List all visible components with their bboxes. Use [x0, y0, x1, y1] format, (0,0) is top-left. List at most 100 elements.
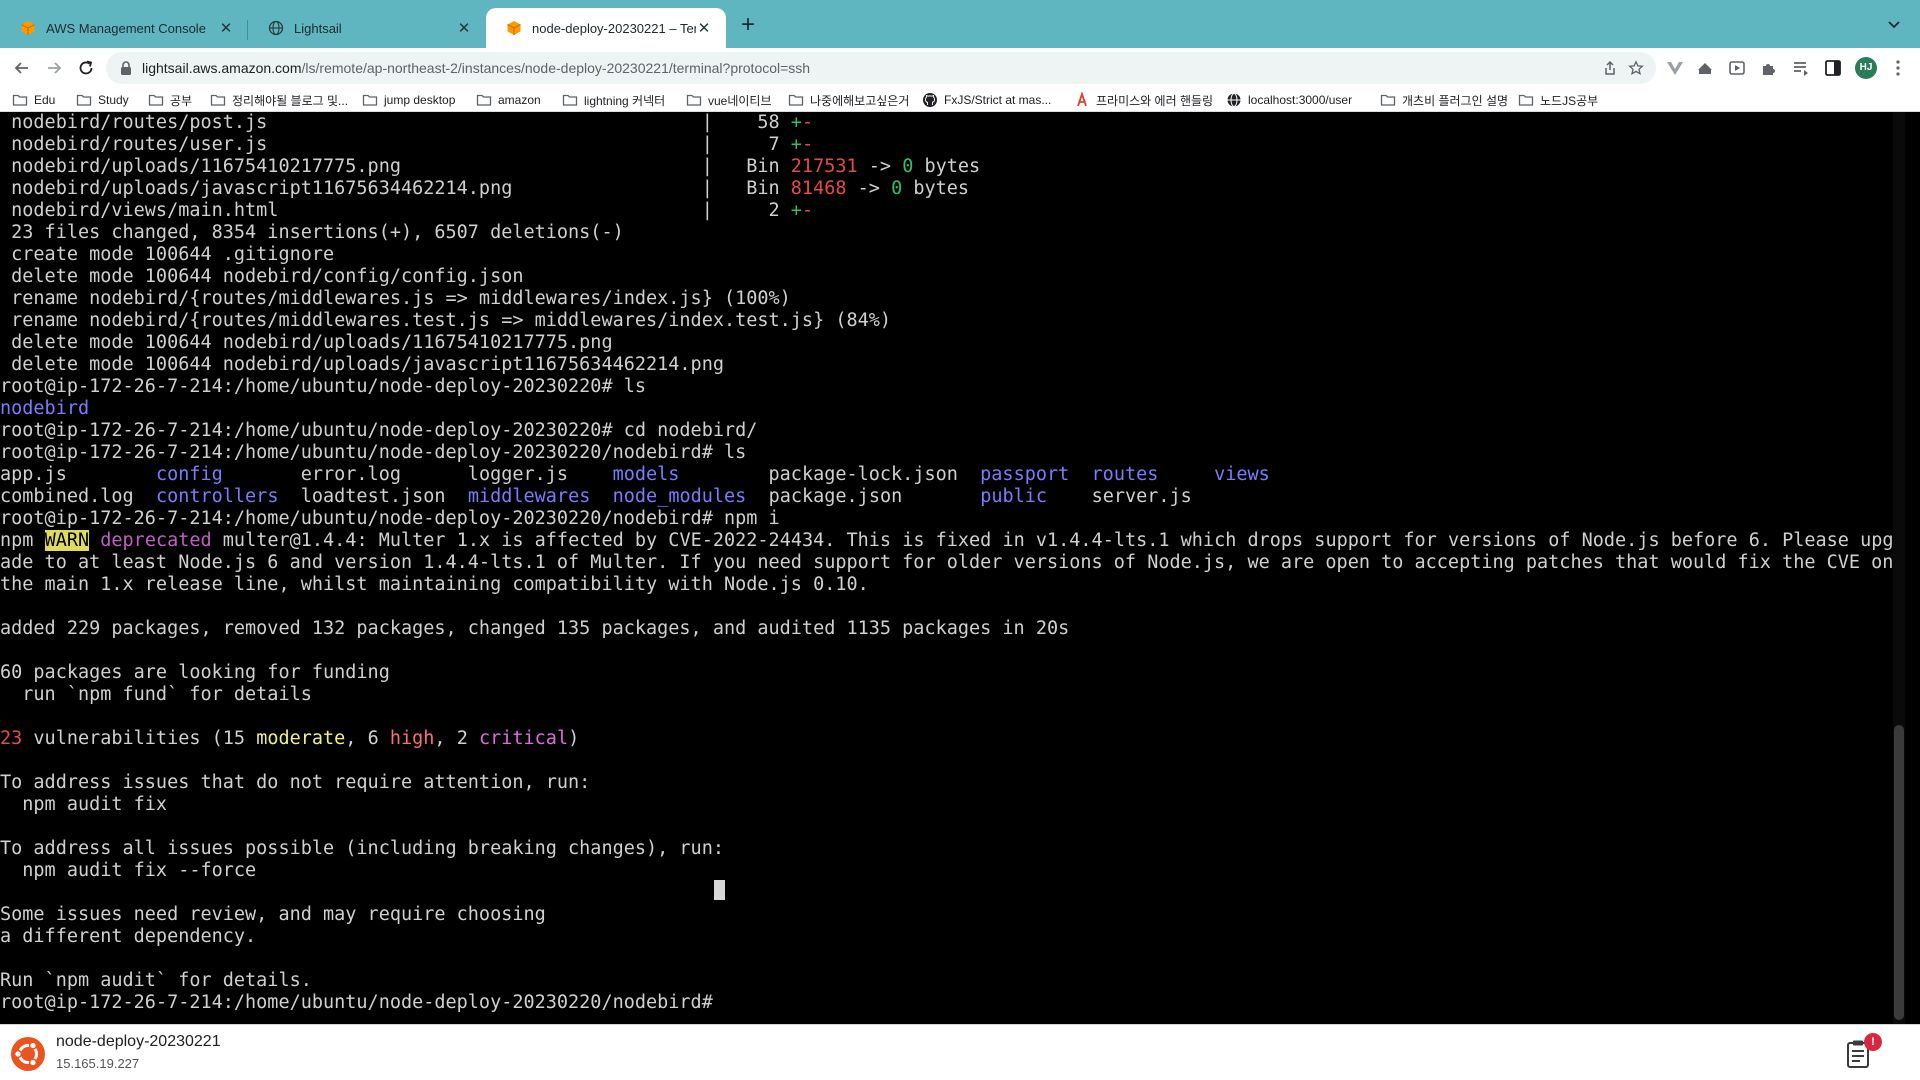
- instance-ip: 15.165.19.227: [56, 1056, 140, 1071]
- terminal-line: 23 vulnerabilities (15 moderate, 6 high,…: [0, 728, 579, 750]
- browser-menu-icon[interactable]: [1890, 58, 1906, 78]
- terminal-line: root@ip-172-26-7-214:/home/ubuntu/node-d…: [0, 376, 646, 398]
- terminal-text-segment: +: [790, 134, 802, 155]
- bookmark-label: 프라미스와 에러 핸들링: [1096, 93, 1214, 108]
- side-panel-icon[interactable]: [1823, 58, 1843, 78]
- profile-avatar[interactable]: HJ: [1855, 57, 1877, 79]
- terminal-line: delete mode 100644 nodebird/uploads/java…: [0, 354, 724, 376]
- terminal-text-segment: nodebird/uploads/javascript1167563446221…: [0, 178, 791, 199]
- media-cast-icon[interactable]: [1727, 58, 1747, 78]
- bookmark-folder-lightning[interactable]: lightning 커넥터: [562, 91, 665, 109]
- url-text: lightsail.aws.amazon.com/ls/remote/ap-no…: [142, 60, 810, 76]
- bookmark-folder-gatsby[interactable]: 개츠비 플러그인 설명: [1380, 91, 1508, 109]
- terminal-line: rename nodebird/{routes/middlewares.js =…: [0, 288, 791, 310]
- tab-search-chevron-icon[interactable]: [1882, 12, 1906, 36]
- terminal-text-segment: config: [155, 464, 223, 485]
- new-tab-button[interactable]: +: [734, 12, 762, 40]
- terminal-line: root@ip-172-26-7-214:/home/ubuntu/node-d…: [0, 420, 757, 442]
- terminal-line: root@ip-172-26-7-214:/home/ubuntu/node-d…: [0, 442, 746, 464]
- terminal-line: root@ip-172-26-7-214:/home/ubuntu/node-d…: [0, 508, 780, 530]
- vue-devtools-extension-icon[interactable]: [1665, 58, 1685, 78]
- extensions-puzzle-icon[interactable]: [1759, 58, 1779, 78]
- terminal-text-segment: added 229 packages, removed 132 packages…: [0, 618, 1070, 639]
- terminal-text-segment: multer@1.4.4: Multer 1.x is affected by …: [211, 530, 1905, 551]
- tab-aws-management-console[interactable]: AWS Management Console ✕: [0, 8, 248, 48]
- url-path: /ls/remote/ap-northeast-2/instances/node…: [301, 60, 811, 76]
- bookmark-star-icon[interactable]: [1628, 60, 1644, 76]
- terminal-text-segment: npm audit fix: [0, 794, 168, 815]
- tab-label: Lightsail: [294, 20, 342, 36]
- javascript-info-icon: [1077, 92, 1087, 107]
- terminal-text-segment: -: [801, 200, 814, 221]
- terminal-line: delete mode 100644 nodebird/config/confi…: [0, 266, 523, 288]
- bookmark-folder-edu[interactable]: Edu: [12, 91, 55, 109]
- terminal-text-segment: npm audit fix --force: [0, 860, 257, 881]
- forward-arrow-icon[interactable]: [42, 56, 66, 80]
- terminal-text-segment: -: [801, 134, 814, 155]
- url-host: lightsail.aws.amazon.com: [142, 60, 302, 76]
- terminal-text-segment: Some issues need review, and may require…: [0, 904, 546, 925]
- terminal-text-segment: package-lock.json: [679, 464, 981, 485]
- back-arrow-icon[interactable]: [10, 56, 34, 80]
- terminal-text-segment: ->: [846, 178, 892, 199]
- instance-name: node-deploy-20230221: [56, 1033, 221, 1050]
- terminal-text-segment: delete mode 100644 nodebird/uploads/1167…: [0, 332, 613, 353]
- terminal-text-segment: +: [790, 112, 802, 133]
- terminal-line: a different dependency.: [0, 926, 256, 948]
- bookmark-promise-error-handling[interactable]: 프라미스와 에러 핸들링: [1074, 91, 1213, 109]
- bookmark-folder-study[interactable]: Study: [76, 91, 129, 109]
- terminal-text-segment: rename nodebird/{routes/middlewares.test…: [0, 310, 892, 331]
- bookmark-folder-jump-desktop[interactable]: jump desktop: [362, 91, 455, 109]
- terminal-text-segment: root@ip-172-26-7-214:/home/ubuntu/node-d…: [0, 508, 780, 529]
- terminal-text-segment: run `npm fund` for details: [0, 684, 312, 705]
- bookmark-folder-vue-native[interactable]: vue네이티브: [686, 91, 772, 109]
- terminal-line: 23 files changed, 8354 insertions(+), 65…: [0, 222, 624, 244]
- tab-close-icon[interactable]: ✕: [696, 19, 712, 37]
- terminal-text-segment: root@ip-172-26-7-214:/home/ubuntu/node-d…: [0, 992, 724, 1013]
- lock-icon[interactable]: [118, 60, 134, 76]
- tab-terminal[interactable]: node-deploy-20230221 – Term ✕: [486, 8, 726, 48]
- folder-icon: [362, 94, 378, 106]
- terminal-text-segment: loadtest.json: [278, 486, 468, 507]
- globe-icon: [1227, 93, 1241, 107]
- terminal-line: Run `npm audit` for details.: [0, 970, 312, 992]
- terminal-text-segment: bytes: [913, 156, 981, 177]
- terminal-text-segment: node_modules: [612, 486, 747, 507]
- terminal-text-segment: , 2: [434, 728, 479, 749]
- reading-list-icon[interactable]: [1791, 58, 1811, 78]
- clipboard-notes-button[interactable]: !: [1846, 1033, 1882, 1071]
- terminal-text-segment: bytes: [902, 178, 970, 199]
- share-icon[interactable]: [1602, 60, 1618, 76]
- bookmark-label: vue네이티브: [708, 93, 772, 108]
- tab-label: node-deploy-20230221 – Term: [532, 20, 696, 36]
- terminal-text-segment: Run `npm audit` for details.: [0, 970, 312, 991]
- reload-icon[interactable]: [74, 56, 98, 80]
- bookmark-folder-nodejs[interactable]: 노드JS공부: [1518, 91, 1598, 109]
- tab-lightsail[interactable]: Lightsail ✕: [248, 8, 486, 48]
- tab-close-icon[interactable]: ✕: [456, 19, 472, 37]
- terminal-scrollbar-thumb[interactable]: [1894, 725, 1904, 1020]
- address-bar[interactable]: lightsail.aws.amazon.com/ls/remote/ap-no…: [106, 52, 1656, 84]
- terminal-text-segment: ade to at least Node.js 6 and version 1.…: [0, 552, 1894, 573]
- folder-icon: [1380, 94, 1396, 106]
- ssh-terminal[interactable]: nodebird/routes/post.js | 58 +- nodebird…: [0, 112, 1920, 1024]
- bookmark-folder-amazon[interactable]: amazon: [476, 91, 541, 109]
- extension-hat-icon[interactable]: [1695, 58, 1715, 78]
- bookmark-folder-gongbu[interactable]: 공부: [148, 91, 192, 109]
- terminal-text-segment: error.log logger.js: [222, 464, 613, 485]
- notification-badge: !: [1864, 1033, 1882, 1051]
- browser-tab-strip: AWS Management Console ✕ Lightsail ✕ nod…: [0, 0, 1920, 48]
- bookmark-localhost-user[interactable]: localhost:3000/user: [1226, 91, 1352, 109]
- terminal-line: nodebird/uploads/11675410217775.png | Bi…: [0, 156, 980, 178]
- bookmark-folder-later[interactable]: 나중에해보고싶은거: [788, 91, 909, 109]
- bookmark-label: Edu: [34, 93, 56, 107]
- globe-icon: [268, 20, 284, 36]
- terminal-text-segment: a different dependency.: [0, 926, 257, 947]
- bookmark-folder-blog[interactable]: 정리해야될 블로그 및...: [210, 91, 348, 109]
- terminal-text-segment: -: [801, 112, 814, 133]
- terminal-text-segment: nodebird/routes/user.js | 7: [0, 134, 791, 155]
- bookmark-fxjs[interactable]: FxJS/Strict at mas...: [922, 91, 1051, 109]
- bookmark-label: amazon: [498, 93, 541, 107]
- terminal-line: npm audit fix: [0, 794, 167, 816]
- tab-close-icon[interactable]: ✕: [218, 19, 234, 37]
